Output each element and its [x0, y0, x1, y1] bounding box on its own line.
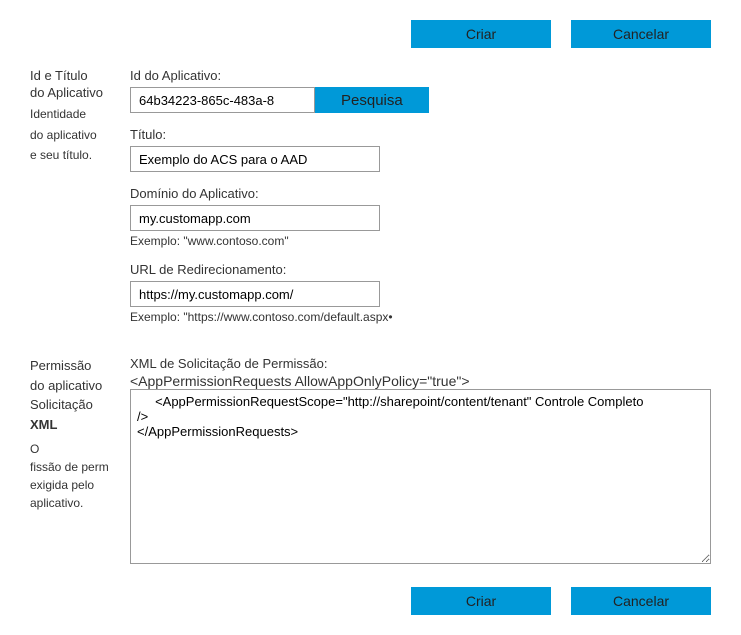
side-sub-2: do aplicativo: [30, 127, 122, 144]
xml-side-l1: Permissão: [30, 356, 124, 376]
create-button-bottom[interactable]: Criar: [411, 587, 551, 615]
appid-input[interactable]: [130, 87, 315, 113]
redirect-input[interactable]: [130, 281, 380, 307]
side-sub-1: Identidade: [30, 106, 122, 123]
appid-label: Id do Aplicativo:: [130, 68, 711, 83]
redirect-label: URL de Redirecionamento:: [130, 262, 711, 277]
domain-hint: Exemplo: "www.contoso.com": [130, 234, 711, 248]
xml-side-l8: aplicativo.: [30, 494, 124, 512]
section-xml-side: Permissão do aplicativo Solicitação XML …: [30, 356, 130, 512]
domain-label: Domínio do Aplicativo:: [130, 186, 711, 201]
side-main-1: Id e Título: [30, 68, 122, 85]
redirect-hint: Exemplo: "https://www.contoso.com/defaul…: [130, 310, 711, 324]
section-id-title-label: Id e Título do Aplicativo Identidade do …: [30, 68, 130, 164]
title-input[interactable]: [130, 146, 380, 172]
create-button-top[interactable]: Criar: [411, 20, 551, 48]
xml-side-l4: XML: [30, 415, 124, 435]
xml-side-l7: exigida pelo: [30, 476, 124, 494]
side-main-2: do Aplicativo: [30, 85, 122, 102]
side-sub-3: e seu título.: [30, 147, 122, 164]
cancel-button-bottom[interactable]: Cancelar: [571, 587, 711, 615]
xml-textarea[interactable]: [130, 389, 711, 564]
xml-side-l3: Solicitação: [30, 395, 124, 415]
xml-side-l5: O: [30, 440, 124, 458]
title-label: Título:: [130, 127, 711, 142]
domain-input[interactable]: [130, 205, 380, 231]
xml-label: XML de Solicitação de Permissão:: [130, 356, 711, 371]
xml-side-l6: fissão de perm: [30, 458, 124, 476]
xml-pre-text: <AppPermissionRequests AllowAppOnlyPolic…: [130, 373, 711, 389]
search-button[interactable]: Pesquisa: [315, 87, 429, 113]
xml-side-l2: do aplicativo: [30, 376, 124, 396]
cancel-button-top[interactable]: Cancelar: [571, 20, 711, 48]
